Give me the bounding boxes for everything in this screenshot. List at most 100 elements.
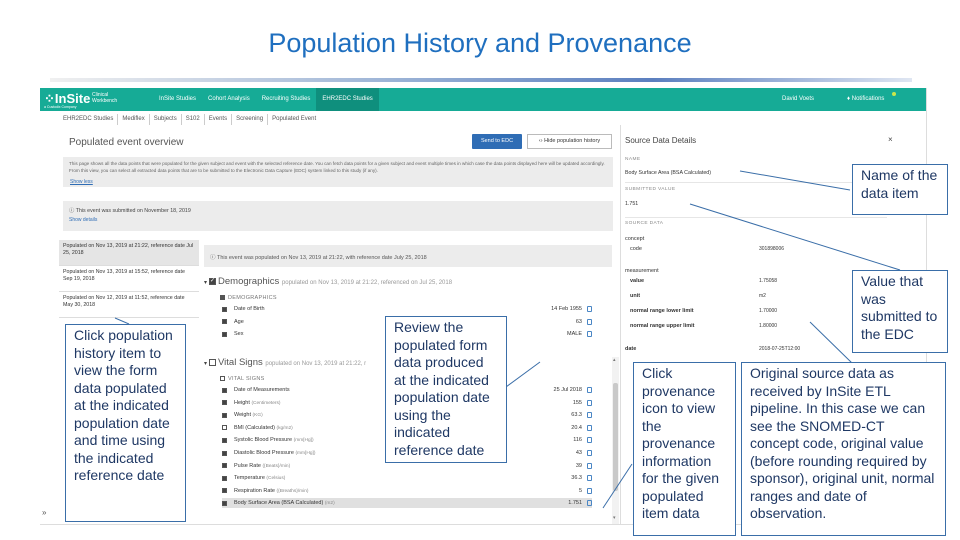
provenance-icon[interactable]: [587, 437, 592, 444]
group-label: DEMOGRAPHICS: [228, 295, 277, 301]
provenance-icon[interactable]: [587, 387, 592, 393]
provenance-icon[interactable]: [587, 462, 592, 469]
history-item[interactable]: Populated on Nov 12, 2019 at 11:52, refe…: [59, 292, 199, 318]
demographics-group-header: DEMOGRAPHICS: [220, 295, 277, 301]
population-history-list: Populated on Nov 13, 2019 at 21:22, refe…: [59, 240, 199, 318]
provenance-icon[interactable]: [587, 318, 592, 325]
item-checkbox[interactable]: [222, 450, 227, 456]
name-label: NAME: [625, 157, 641, 162]
breadcrumb-ehr2edc-studies[interactable]: EHR2EDC Studies: [59, 114, 119, 125]
item-unit: (m2): [324, 501, 335, 507]
submitted-value-label: SUBMITTED VALUE: [625, 187, 676, 192]
submitted-message: This event was submitted on November 18,…: [75, 208, 191, 214]
item-checkbox[interactable]: [222, 387, 227, 393]
item-checkbox[interactable]: [222, 463, 227, 469]
provenance-icon[interactable]: [587, 487, 592, 494]
item-checkbox[interactable]: [222, 475, 227, 481]
item-checkbox[interactable]: [222, 319, 227, 324]
callout-review: Review the populated form data produced …: [385, 316, 507, 463]
item-checkbox[interactable]: [222, 500, 227, 506]
nav-cohort-analysis[interactable]: Cohort Analysis: [202, 88, 256, 111]
value-key: value: [630, 278, 645, 284]
submitted-info-box: ⓘ This event was submitted on November 1…: [63, 201, 613, 231]
item-unit: (kg/m2): [276, 425, 293, 431]
item-checkbox[interactable]: [222, 437, 227, 443]
scroll-up-icon[interactable]: ▴: [613, 357, 616, 363]
breadcrumb-mediflex[interactable]: Mediflex: [118, 114, 150, 125]
item-value: 1.751: [568, 500, 582, 507]
nav-recruiting-studies[interactable]: Recruiting Studies: [256, 88, 317, 111]
item-label: Diastolic Blood Pressure (mm[Hg]): [234, 450, 316, 456]
content-scrollbar[interactable]: ▴ ▾: [612, 357, 619, 524]
submitted-text: ⓘ This event was submitted on November 1…: [69, 206, 607, 214]
item-label: Pulse Rate ({Beats}/min): [234, 462, 291, 469]
breadcrumb-events[interactable]: Events: [205, 114, 233, 125]
provenance-icon[interactable]: [587, 306, 592, 312]
data-item-row[interactable]: Date of Birth 14 Feb 1955: [222, 304, 592, 314]
history-item[interactable]: Populated on Nov 13, 2019 at 15:52, refe…: [59, 266, 199, 292]
nav-insite-studies[interactable]: InSite Studies: [153, 88, 202, 111]
nav-ehr2edc-studies[interactable]: EHR2EDC Studies: [316, 88, 379, 111]
callout-original-source: Original source data as received by InSi…: [741, 362, 946, 536]
notifications-label: Notifications: [851, 96, 885, 102]
demographics-section-title[interactable]: ▾ ✓ Demographics populated on Nov 13, 2019…: [204, 276, 452, 287]
callout-provenance: Click provenance icon to view the proven…: [633, 362, 736, 536]
divider: [625, 182, 887, 183]
panel-divider: [620, 125, 621, 524]
close-icon[interactable]: ×: [888, 135, 893, 144]
send-to-edc-button[interactable]: Send to EDC: [472, 134, 522, 149]
breadcrumb-populated-event: Populated Event: [272, 116, 317, 122]
details-title: Source Data Details: [625, 136, 697, 145]
lower-limit-key: normal range lower limit: [630, 308, 694, 314]
show-details-link[interactable]: Show details: [69, 217, 607, 223]
group-label: VITAL SIGNS: [228, 376, 265, 382]
demographics-checkbox[interactable]: ✓: [209, 277, 217, 285]
item-value: 14 Feb 1955: [551, 306, 582, 312]
history-item[interactable]: Populated on Nov 13, 2019 at 21:22, refe…: [59, 240, 199, 266]
item-label: Weight (KG): [234, 412, 263, 419]
item-checkbox[interactable]: [222, 306, 227, 312]
unit-key: unit: [630, 293, 641, 299]
callout-name: Name of the data item: [852, 164, 948, 215]
breadcrumb-screening[interactable]: Screening: [232, 114, 269, 125]
item-checkbox[interactable]: [222, 400, 227, 406]
breadcrumb-subjects[interactable]: Subjects: [150, 114, 182, 125]
vital-signs-checkbox[interactable]: [209, 358, 217, 366]
insite-logo[interactable]: ⁘InSite Clinical Workbench a Custodix Co…: [44, 91, 117, 109]
main-nav: InSite Studies Cohort Analysis Recruitin…: [153, 88, 379, 111]
provenance-icon[interactable]: [587, 412, 592, 419]
item-unit: (Celsius): [266, 476, 286, 482]
item-checkbox[interactable]: [222, 425, 227, 431]
provenance-icon[interactable]: [587, 399, 592, 406]
unit-value: m2: [759, 293, 766, 299]
date-value: 2018-07-25T12:00: [759, 346, 801, 352]
provenance-icon[interactable]: [587, 331, 592, 337]
scroll-down-icon[interactable]: ▾: [613, 515, 616, 521]
callout-history: Click population history item to view th…: [65, 324, 186, 522]
provenance-icon[interactable]: [587, 475, 592, 482]
provenance-icon[interactable]: [587, 424, 592, 431]
vital-signs-section-title[interactable]: ▾ Vital Signs populated on Nov 13, 2019 a…: [204, 357, 366, 368]
upper-limit-value: 1.80000: [759, 323, 778, 329]
item-checkbox[interactable]: [222, 412, 227, 418]
item-checkbox[interactable]: [222, 331, 227, 337]
notifications-link[interactable]: ♦ Notifications: [847, 96, 884, 102]
item-value: 20.4: [571, 424, 582, 431]
name-value: Body Surface Area (BSA Calculated): [625, 170, 711, 176]
breadcrumb-s102[interactable]: S102: [182, 114, 205, 125]
group-checkbox[interactable]: [220, 295, 225, 301]
item-checkbox[interactable]: [222, 488, 227, 494]
provenance-icon[interactable]: [587, 450, 592, 456]
expand-sidebar-icon[interactable]: »: [42, 508, 46, 517]
user-menu[interactable]: David Voets: [782, 96, 814, 102]
logo-subtitle: Clinical Workbench: [92, 92, 118, 104]
hide-population-history-button[interactable]: ‹› Hide population history: [527, 134, 612, 149]
group-checkbox[interactable]: [220, 376, 225, 382]
data-item-row[interactable]: Body Surface Area (BSA Calculated) (m2) 1…: [222, 498, 592, 509]
data-item-row[interactable]: Temperature (Celsius) 36.3: [222, 473, 592, 483]
provenance-icon[interactable]: [587, 500, 592, 507]
data-item-row[interactable]: Respiration Rate ({Breaths}/min) 5: [222, 486, 592, 496]
show-less-link[interactable]: Show less: [70, 179, 93, 185]
divider: [625, 217, 887, 218]
scroll-thumb[interactable]: [613, 383, 618, 491]
